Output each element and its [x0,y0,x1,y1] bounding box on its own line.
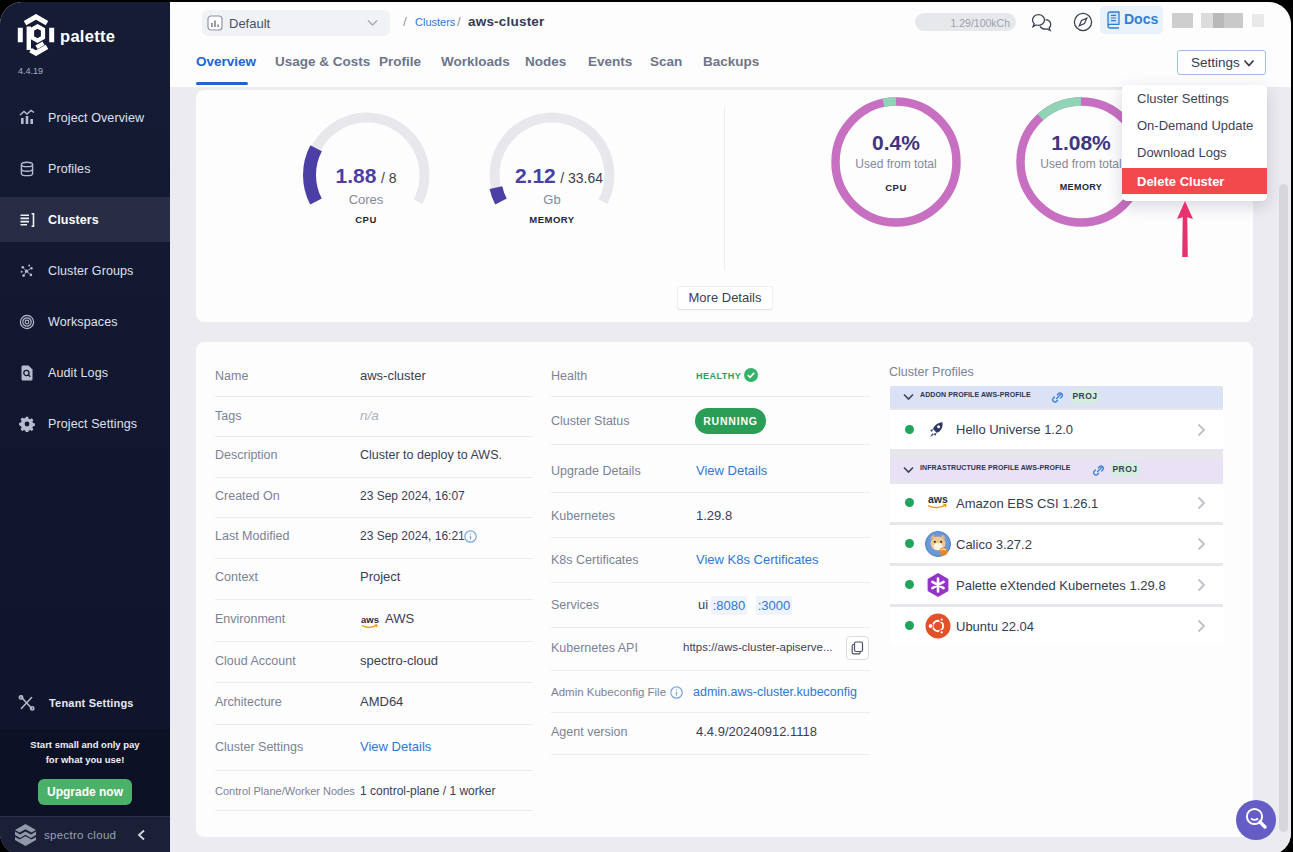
svg-text:aws: aws [928,493,948,505]
svg-text:aws: aws [361,614,379,625]
